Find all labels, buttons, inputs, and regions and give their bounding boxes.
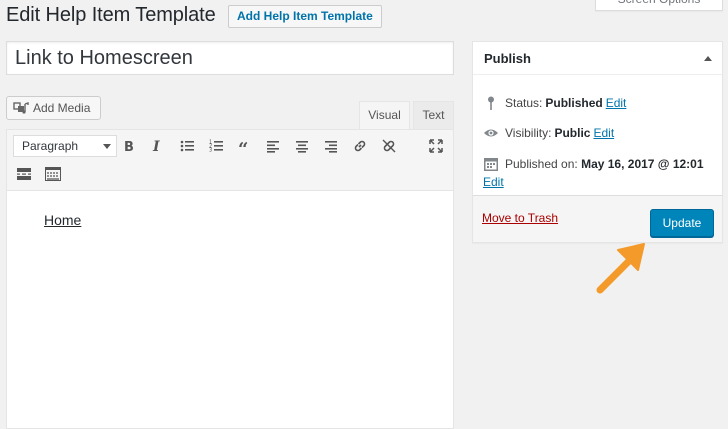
visibility-row: Visibility: Public Edit <box>483 124 614 142</box>
blockquote-icon: “ <box>238 139 248 153</box>
align-center-icon <box>296 141 308 153</box>
tab-visual[interactable]: Visual <box>359 101 410 129</box>
annotation-arrow-icon <box>596 243 645 294</box>
insert-link-button[interactable] <box>348 134 372 158</box>
read-more-icon <box>17 168 31 180</box>
bulleted-list-icon <box>180 140 194 152</box>
post-title-input[interactable]: Link to Homescreen <box>6 41 454 75</box>
tab-text[interactable]: Text <box>413 101 454 129</box>
status-edit-link[interactable]: Edit <box>606 94 627 112</box>
add-new-item-button[interactable]: Add Help Item Template <box>228 5 382 28</box>
italic-button[interactable]: I <box>145 134 169 158</box>
visibility-label: Visibility: <box>505 126 552 140</box>
remove-link-icon <box>382 139 396 153</box>
pin-icon <box>488 96 494 110</box>
add-media-label: Add Media <box>33 101 91 115</box>
svg-text:3: 3 <box>209 148 212 154</box>
blockquote-button[interactable]: “ <box>233 134 257 158</box>
media-icon <box>13 102 29 114</box>
svg-text:B: B <box>124 140 134 153</box>
calendar-icon <box>484 158 498 171</box>
bulleted-list-button[interactable] <box>175 134 199 158</box>
status-label: Status: <box>505 96 543 110</box>
chevron-down-icon <box>103 144 111 149</box>
numbered-list-icon: 1 2 3 <box>209 140 223 154</box>
visibility-edit-link[interactable]: Edit <box>593 124 614 142</box>
align-right-icon <box>325 141 337 153</box>
publish-actions: Move to Trash Update <box>473 195 722 242</box>
svg-text:I: I <box>152 139 160 153</box>
published-on-edit-link[interactable]: Edit <box>483 175 504 189</box>
publish-header[interactable]: Publish <box>473 42 722 75</box>
bold-icon: B <box>124 140 134 153</box>
numbered-list-button[interactable]: 1 2 3 <box>204 134 228 158</box>
bold-button[interactable]: B <box>117 134 141 158</box>
published-on-value: May 16, 2017 @ 12:01 <box>581 157 704 171</box>
toolbar-toggle-button[interactable] <box>41 162 65 186</box>
published-on-label: Published on: <box>505 157 578 171</box>
publish-box-title: Publish <box>484 51 531 66</box>
format-select-value: Paragraph <box>22 139 79 153</box>
svg-text:“: “ <box>238 139 248 153</box>
add-media-button[interactable]: Add Media <box>6 96 101 120</box>
content-link[interactable]: Home <box>44 212 81 228</box>
format-select[interactable]: Paragraph <box>13 135 117 157</box>
insert-link-icon <box>354 140 366 152</box>
editor-toolbar: Paragraph B I 1 2 3 “ <box>7 130 453 191</box>
move-to-trash-link[interactable]: Move to Trash <box>482 211 558 225</box>
align-left-icon <box>267 141 279 153</box>
align-right-button[interactable] <box>319 134 343 158</box>
fullscreen-icon <box>429 139 443 153</box>
align-left-button[interactable] <box>261 134 285 158</box>
toolbar-toggle-icon <box>45 167 61 181</box>
visibility-value: Public <box>554 126 591 140</box>
screen-options-button[interactable]: Screen Options <box>595 0 723 11</box>
post-content-editor[interactable]: Paragraph B I 1 2 3 “ Home <box>6 129 454 429</box>
post-status-row: Status: Published Edit <box>483 94 626 112</box>
publish-box: Publish Status: Published Edit Visibilit… <box>472 41 723 243</box>
collapse-arrow-icon[interactable] <box>704 56 712 61</box>
remove-link-button[interactable] <box>377 134 401 158</box>
eye-icon <box>484 129 498 137</box>
italic-icon: I <box>152 139 160 153</box>
published-on-row: Published on: May 16, 2017 @ 12:01 Edit <box>483 155 718 191</box>
fullscreen-button[interactable] <box>424 134 448 158</box>
editor-content[interactable]: Home <box>44 212 81 228</box>
align-center-button[interactable] <box>290 134 314 158</box>
update-button[interactable]: Update <box>650 209 714 237</box>
page-title: Edit Help Item Template <box>6 4 216 26</box>
read-more-button[interactable] <box>12 162 36 186</box>
status-value: Published <box>545 96 603 110</box>
